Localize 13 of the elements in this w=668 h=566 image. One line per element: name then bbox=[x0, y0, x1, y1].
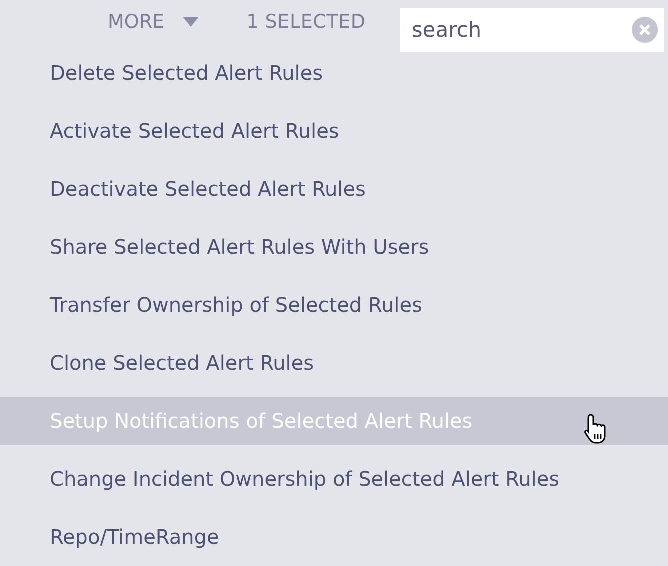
menu-item[interactable]: Repo/TimeRange bbox=[0, 513, 668, 561]
selected-count: 1 SELECTED bbox=[246, 10, 366, 35]
clear-icon[interactable] bbox=[632, 17, 658, 43]
menu-item[interactable]: Change Incident Ownership of Selected Alert Rules bbox=[0, 455, 668, 503]
menu-item[interactable]: Share Selected Alert Rules With Users bbox=[0, 223, 668, 271]
menu-item[interactable]: Transfer Ownership of Selected Rules bbox=[0, 281, 668, 329]
caret-icon bbox=[182, 17, 199, 28]
search-field[interactable]: search bbox=[400, 8, 664, 52]
menu-item[interactable]: Deactivate Selected Alert Rules bbox=[0, 165, 668, 213]
menu-item[interactable]: Clone Selected Alert Rules bbox=[0, 339, 668, 387]
more-dropdown-button[interactable]: MORE bbox=[108, 8, 199, 36]
menu-item[interactable]: Delete Selected Alert Rules bbox=[0, 49, 668, 97]
menu-item[interactable]: Activate Selected Alert Rules bbox=[0, 107, 668, 155]
